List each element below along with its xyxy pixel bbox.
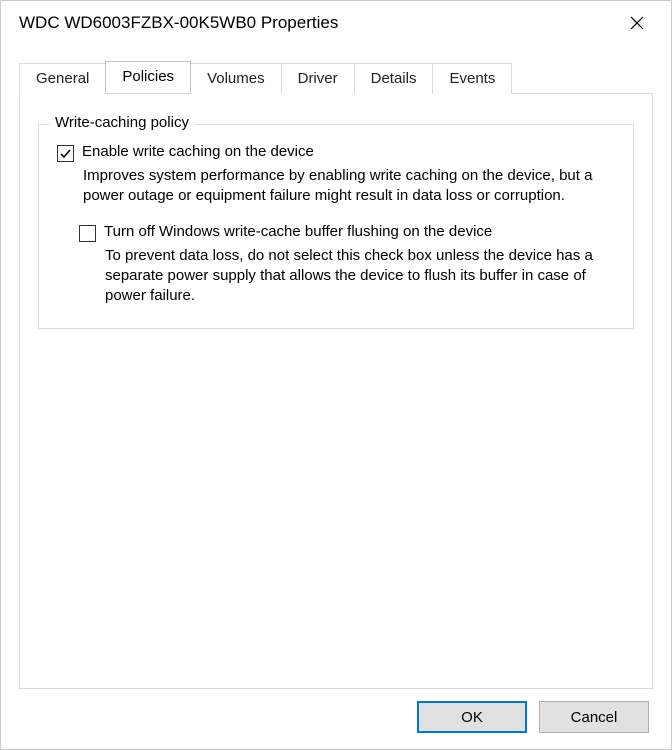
write-caching-group: Write-caching policy Enable write cachin… xyxy=(38,124,634,329)
close-icon xyxy=(630,16,644,30)
cancel-button[interactable]: Cancel xyxy=(539,701,649,733)
tabs-container: General Policies Volumes Driver Details … xyxy=(1,43,671,689)
flush-off-label: Turn off Windows write-cache buffer flus… xyxy=(104,223,492,240)
enable-write-caching-label: Enable write caching on the device xyxy=(82,143,314,160)
flush-off-desc: To prevent data loss, do not select this… xyxy=(105,246,615,307)
flush-off-subgroup: Turn off Windows write-cache buffer flus… xyxy=(79,223,615,307)
tab-label: Volumes xyxy=(207,70,265,87)
tab-label: General xyxy=(36,70,89,87)
tab-strip: General Policies Volumes Driver Details … xyxy=(19,61,653,93)
titlebar: WDC WD6003FZBX-00K5WB0 Properties xyxy=(1,1,671,43)
enable-write-caching-desc: Improves system performance by enabling … xyxy=(83,166,615,207)
tab-policies[interactable]: Policies xyxy=(105,61,191,93)
tab-label: Events xyxy=(449,70,495,87)
tab-volumes[interactable]: Volumes xyxy=(190,63,282,94)
tab-label: Details xyxy=(371,70,417,87)
enable-write-caching-checkbox[interactable] xyxy=(57,145,74,162)
dialog-footer: OK Cancel xyxy=(1,689,671,749)
properties-dialog: WDC WD6003FZBX-00K5WB0 Properties Genera… xyxy=(0,0,672,750)
window-title: WDC WD6003FZBX-00K5WB0 Properties xyxy=(19,13,338,33)
tab-details[interactable]: Details xyxy=(354,63,434,94)
tab-panel-policies: Write-caching policy Enable write cachin… xyxy=(19,93,653,689)
enable-write-caching-option: Enable write caching on the device xyxy=(57,143,615,162)
tab-events[interactable]: Events xyxy=(432,63,512,94)
flush-off-option: Turn off Windows write-cache buffer flus… xyxy=(79,223,615,242)
button-label: Cancel xyxy=(571,709,618,726)
tab-driver[interactable]: Driver xyxy=(281,63,355,94)
ok-button[interactable]: OK xyxy=(417,701,527,733)
tab-label: Policies xyxy=(122,68,174,85)
group-title: Write-caching policy xyxy=(49,114,195,131)
checkmark-icon xyxy=(59,147,72,160)
tab-label: Driver xyxy=(298,70,338,87)
flush-off-checkbox[interactable] xyxy=(79,225,96,242)
tab-general[interactable]: General xyxy=(19,63,106,94)
button-label: OK xyxy=(461,709,483,726)
close-button[interactable] xyxy=(617,9,657,37)
